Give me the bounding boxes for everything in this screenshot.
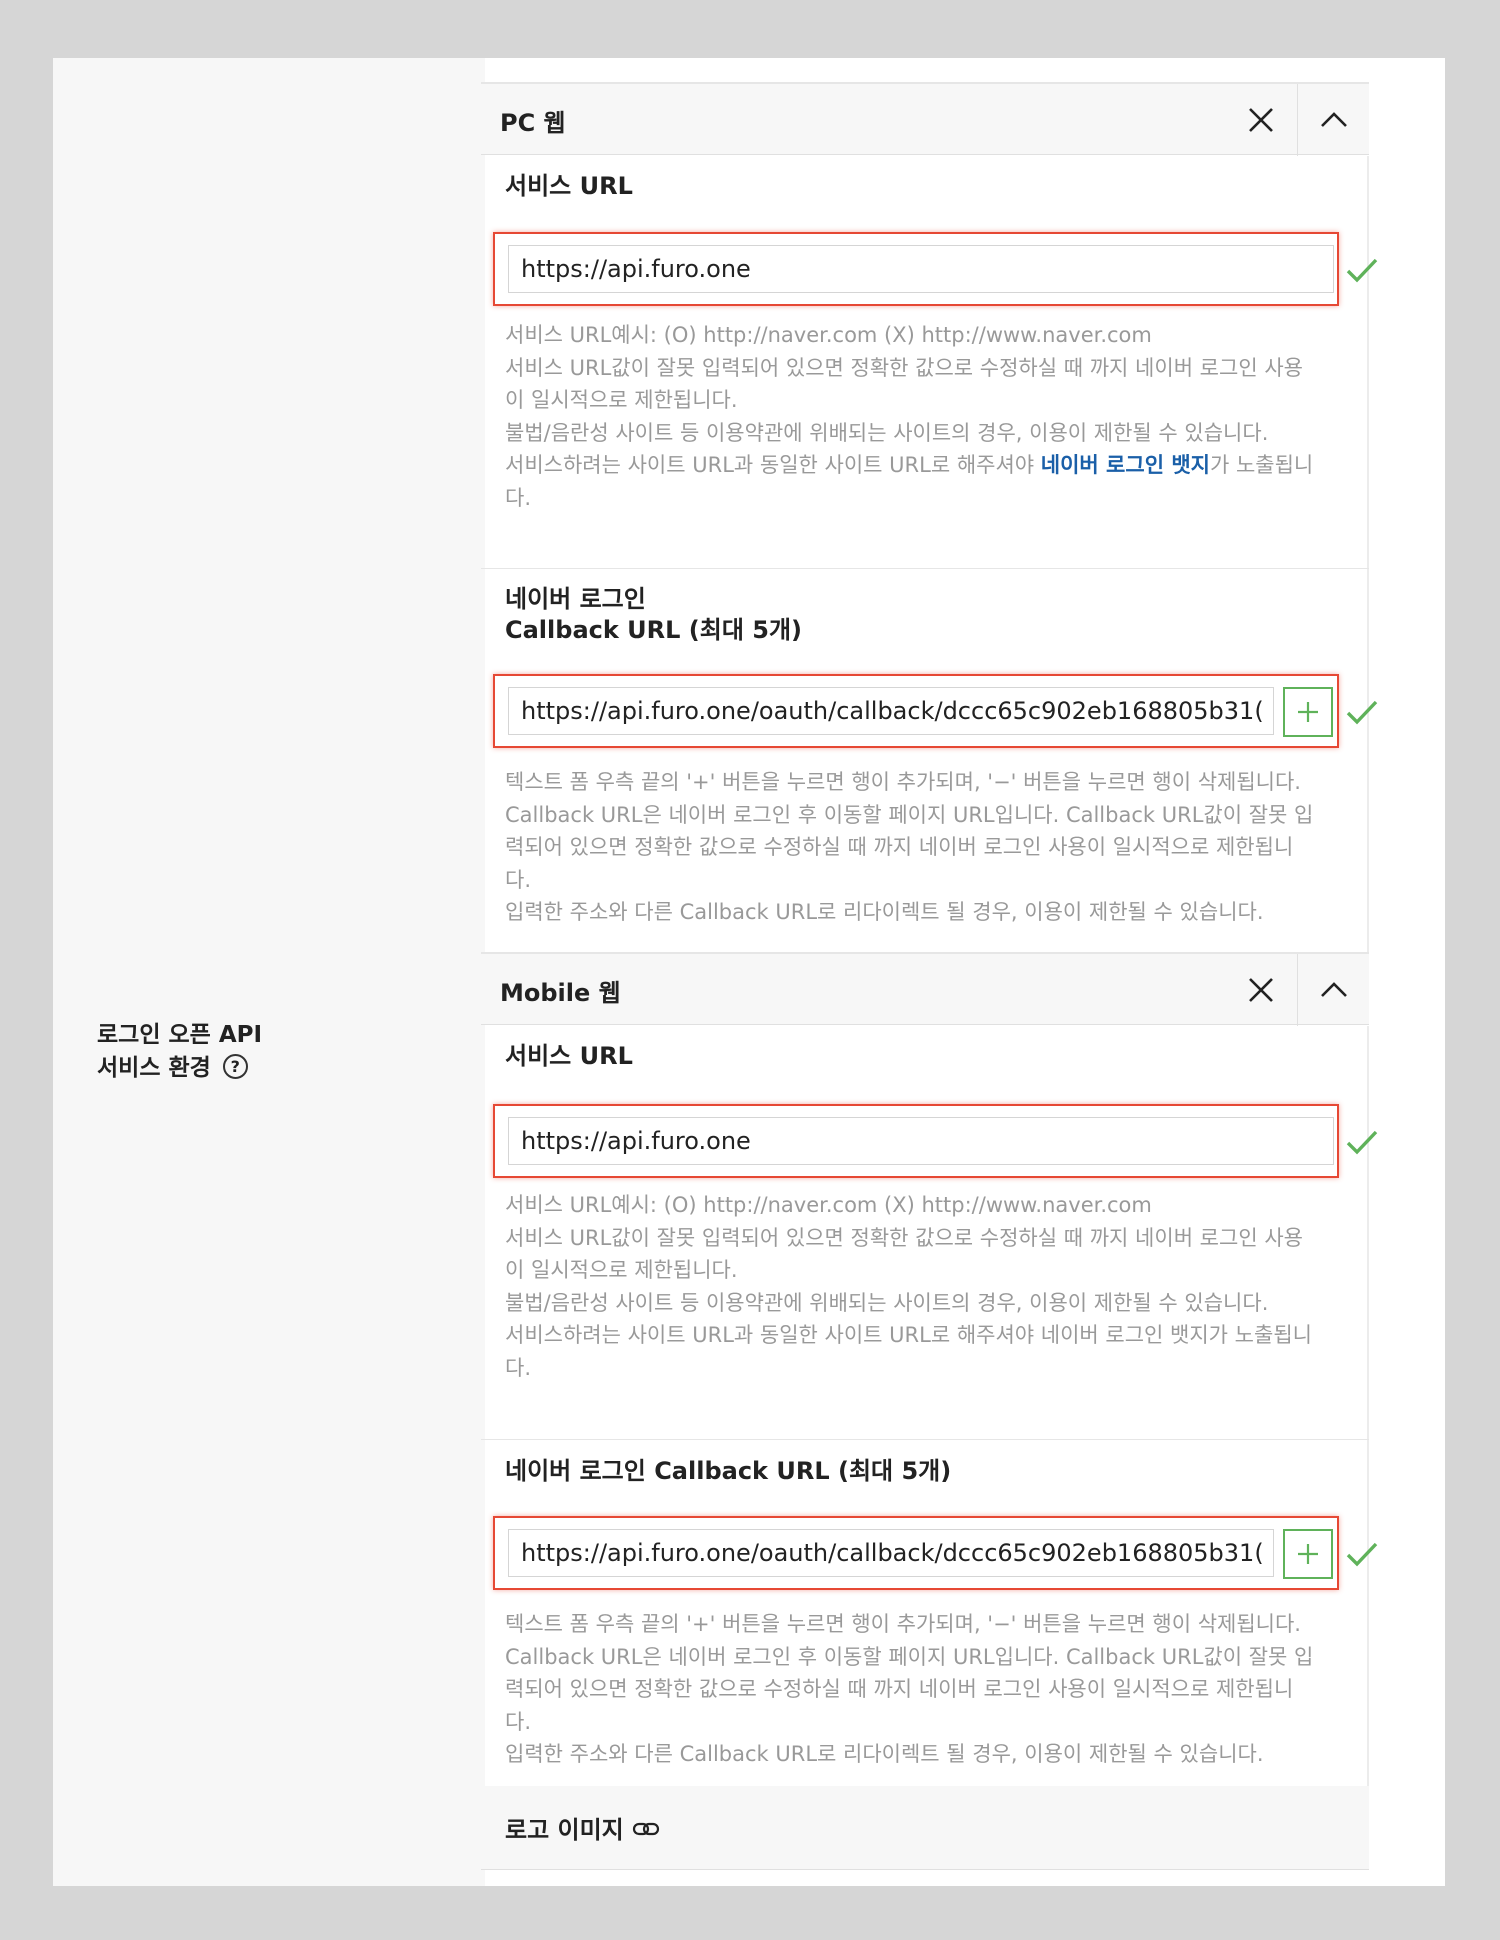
mobile-callback-add-button[interactable] bbox=[1283, 1529, 1333, 1579]
check-icon bbox=[1346, 1542, 1378, 1567]
pc-service-url-error-box: https://api.furo.one bbox=[493, 232, 1339, 306]
close-icon bbox=[1249, 978, 1273, 1002]
pc-callback-add-button[interactable] bbox=[1283, 687, 1333, 737]
help-line: 텍스트 폼 우측 끝의 '+' 버튼을 누르면 행이 추가되며, '−' 버튼을… bbox=[505, 1612, 1301, 1636]
mobile-service-url-help: 서비스 URL예시: (O) http://naver.com (X) http… bbox=[505, 1189, 1335, 1384]
help-line: 다. bbox=[505, 867, 531, 892]
help-line: 이 일시적으로 제한됩니다. bbox=[505, 1258, 738, 1282]
help-text-fragment: 가 노출됩니 bbox=[1209, 453, 1314, 477]
pc-web-header: PC 웹 bbox=[481, 82, 1369, 156]
pc-web-collapse-button[interactable] bbox=[1297, 84, 1369, 156]
pc-callback-label-line1: 네이버 로그인 bbox=[505, 585, 646, 613]
logo-image-row: 로고 이미지 bbox=[481, 1786, 1369, 1870]
mobile-service-url-input[interactable]: https://api.furo.one bbox=[508, 1117, 1334, 1165]
help-line: 다. bbox=[505, 1355, 531, 1380]
pc-service-url-input[interactable]: https://api.furo.one bbox=[508, 245, 1334, 293]
plus-icon bbox=[1298, 702, 1318, 722]
chevron-up-icon bbox=[1320, 112, 1347, 127]
pc-callback-label: 네이버 로그인 Callback URL (최대 5개) bbox=[505, 584, 802, 646]
mobile-web-header: Mobile 웹 bbox=[481, 952, 1369, 1026]
help-line: Callback URL은 네이버 로그인 후 이동할 페이지 URL입니다. … bbox=[505, 1644, 1314, 1669]
pc-service-url-block: 서비스 URL https://api.furo.one 서비스 URL예시: … bbox=[481, 156, 1378, 568]
side-label-line1: 로그인 오픈 API bbox=[97, 1022, 263, 1048]
help-line: 서비스 URL값이 잘못 입력되어 있으면 정확한 값으로 수정하실 때 까지 … bbox=[505, 355, 1303, 380]
naver-login-badge-link[interactable]: 네이버 로그인 뱃지 bbox=[1041, 453, 1210, 477]
link-icon[interactable] bbox=[632, 1821, 660, 1837]
help-line: 이 일시적으로 제한됩니다. bbox=[505, 388, 738, 412]
check-icon bbox=[1346, 258, 1378, 283]
help-line: 텍스트 폼 우측 끝의 '+' 버튼을 누르면 행이 추가되며, '−' 버튼을… bbox=[505, 770, 1301, 794]
label-column: 로그인 오픈 API 서비스 환경? bbox=[53, 58, 485, 1886]
question-circle-icon[interactable]: ? bbox=[222, 1054, 248, 1079]
help-line: 불법/음란성 사이트 등 이용약관에 위배되는 사이트의 경우, 이용이 제한될… bbox=[505, 1290, 1269, 1315]
mobile-web-collapse-button[interactable] bbox=[1297, 954, 1369, 1026]
pc-callback-url-input[interactable]: https://api.furo.one/oauth/callback/dccc… bbox=[508, 687, 1274, 735]
pc-web-title: PC 웹 bbox=[500, 109, 566, 137]
pc-callback-block: 네이버 로그인 Callback URL (최대 5개) https://api… bbox=[481, 569, 1378, 954]
mobile-service-url-error-box: https://api.furo.one bbox=[493, 1104, 1339, 1178]
pc-callback-help: 텍스트 폼 우측 끝의 '+' 버튼을 누르면 행이 추가되며, '−' 버튼을… bbox=[505, 766, 1335, 929]
chevron-up-icon bbox=[1320, 982, 1347, 997]
help-line: 입력한 주소와 다른 Callback URL로 리다이렉트 될 경우, 이용이… bbox=[505, 900, 1264, 924]
help-line: 서비스 URL예시: (O) http://naver.com (X) http… bbox=[505, 1193, 1152, 1217]
mobile-web-close-button[interactable] bbox=[1225, 954, 1297, 1026]
help-line: Callback URL은 네이버 로그인 후 이동할 페이지 URL입니다. … bbox=[505, 802, 1314, 827]
help-line: 서비스하려는 사이트 URL과 동일한 사이트 URL로 해주셔야 네이버 로그… bbox=[505, 449, 1335, 482]
check-icon bbox=[1346, 1130, 1378, 1155]
help-line: 다. bbox=[505, 485, 531, 510]
check-icon bbox=[1346, 700, 1378, 725]
help-line: 다. bbox=[505, 1709, 531, 1734]
pc-callback-error-box: https://api.furo.one/oauth/callback/dccc… bbox=[493, 674, 1339, 748]
side-label: 로그인 오픈 API 서비스 환경? bbox=[97, 1019, 262, 1085]
pc-service-url-help: 서비스 URL예시: (O) http://naver.com (X) http… bbox=[505, 319, 1335, 514]
mobile-service-url-block: 서비스 URL https://api.furo.one 서비스 URL예시: … bbox=[481, 1026, 1378, 1439]
help-line: 서비스 URL값이 잘못 입력되어 있으면 정확한 값으로 수정하실 때 까지 … bbox=[505, 1225, 1303, 1250]
mobile-callback-url-input[interactable]: https://api.furo.one/oauth/callback/dccc… bbox=[508, 1529, 1274, 1577]
mobile-callback-error-box: https://api.furo.one/oauth/callback/dccc… bbox=[493, 1516, 1339, 1590]
logo-image-label: 로고 이미지 bbox=[505, 1816, 624, 1844]
help-line: 입력한 주소와 다른 Callback URL로 리다이렉트 될 경우, 이용이… bbox=[505, 1742, 1264, 1766]
pc-service-url-label: 서비스 URL bbox=[505, 172, 633, 200]
mobile-callback-block: 네이버 로그인 Callback URL (최대 5개) https://api… bbox=[481, 1440, 1378, 1788]
pc-web-close-button[interactable] bbox=[1225, 84, 1297, 156]
mobile-callback-help: 텍스트 폼 우측 끝의 '+' 버튼을 누르면 행이 추가되며, '−' 버튼을… bbox=[505, 1608, 1335, 1771]
close-icon bbox=[1249, 108, 1273, 132]
mobile-callback-label: 네이버 로그인 Callback URL (최대 5개) bbox=[505, 1457, 952, 1485]
help-line: 불법/음란성 사이트 등 이용약관에 위배되는 사이트의 경우, 이용이 제한될… bbox=[505, 420, 1269, 445]
mobile-web-title: Mobile 웹 bbox=[500, 979, 621, 1007]
help-line: 서비스 URL예시: (O) http://naver.com (X) http… bbox=[505, 323, 1152, 347]
plus-icon bbox=[1298, 1544, 1318, 1564]
mobile-service-url-label: 서비스 URL bbox=[505, 1042, 633, 1070]
pc-callback-label-line2: Callback URL (최대 5개) bbox=[505, 616, 803, 644]
help-text-fragment: 서비스하려는 사이트 URL과 동일한 사이트 URL로 해주셔야 bbox=[505, 453, 1041, 477]
help-line: 력되어 있으면 정확한 값으로 수정하실 때 까지 네이버 로그인 사용이 일시… bbox=[505, 835, 1294, 859]
side-label-line2: 서비스 환경 bbox=[97, 1055, 211, 1081]
help-line: 력되어 있으면 정확한 값으로 수정하실 때 까지 네이버 로그인 사용이 일시… bbox=[505, 1677, 1294, 1701]
help-line: 서비스하려는 사이트 URL과 동일한 사이트 URL로 해주셔야 네이버 로그… bbox=[505, 1323, 1312, 1347]
logo-image-title: 로고 이미지 bbox=[505, 1810, 660, 1845]
